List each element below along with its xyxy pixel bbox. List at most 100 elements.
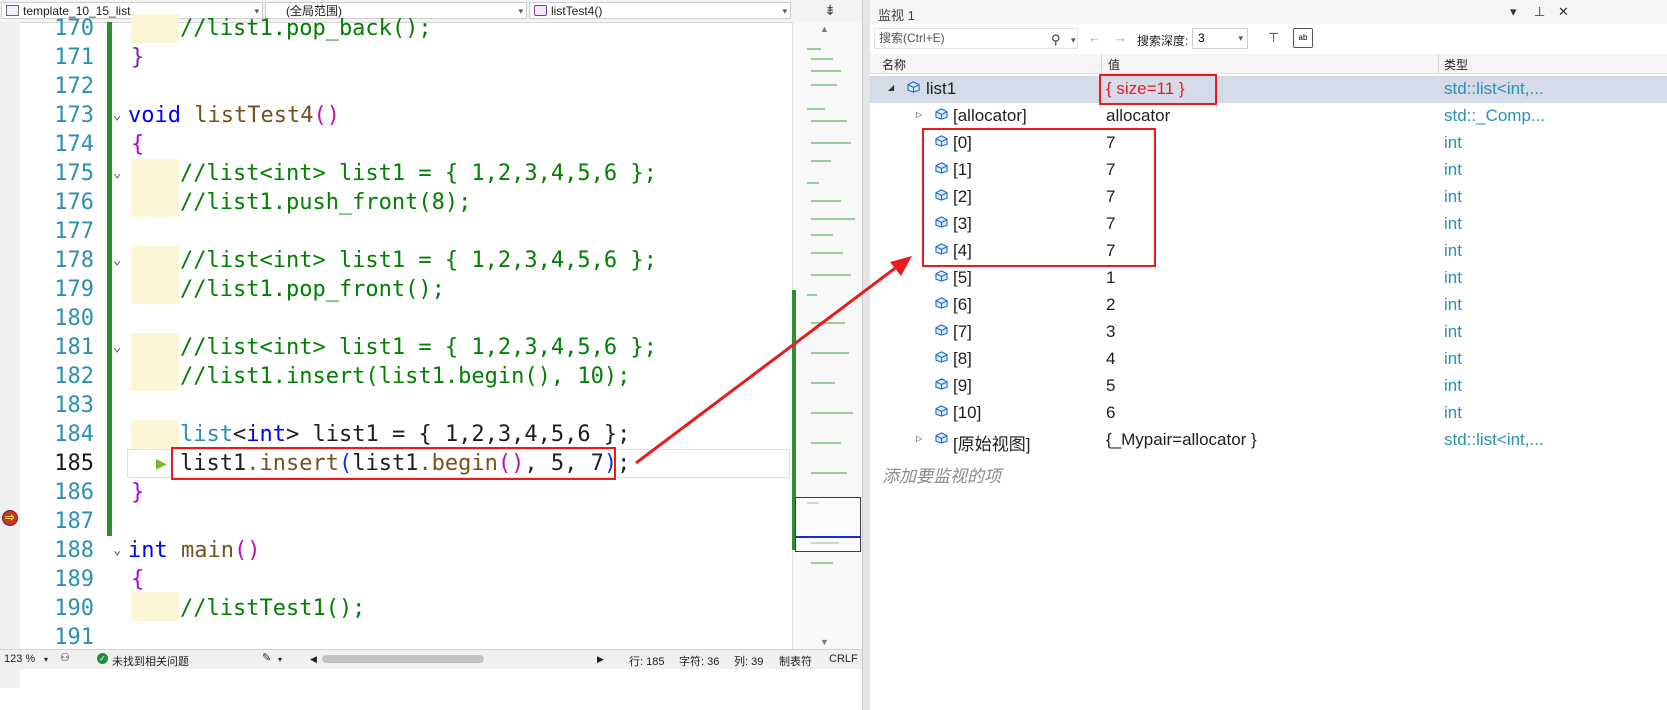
code-line[interactable]: //list1.pop_front(); bbox=[180, 275, 445, 304]
collapse-chevron-icon[interactable]: ⌄ bbox=[113, 101, 121, 130]
collapse-chevron-icon[interactable]: ⌄ bbox=[113, 333, 121, 362]
watch-row-value[interactable]: 4 bbox=[1106, 349, 1436, 369]
code-line[interactable]: //list<int> list1 = { 1,2,3,4,5,6 }; bbox=[180, 333, 657, 362]
scroll-right-icon[interactable]: ▶ bbox=[597, 654, 604, 665]
watch-row-type: int bbox=[1444, 241, 1462, 260]
search-next-icon[interactable]: → bbox=[1114, 30, 1127, 45]
watch-row[interactable]: [8] 4 int bbox=[870, 346, 1667, 373]
line-number: 177 bbox=[54, 219, 94, 244]
watch-row-type: int bbox=[1444, 133, 1462, 152]
minimap-line bbox=[807, 294, 817, 296]
copilot-icon[interactable]: ⚇ bbox=[60, 651, 70, 664]
line-number: 178 bbox=[54, 248, 94, 273]
editor-status-bar: 123 % ▾ ⚇ ✓ 未找到相关问题 ✎ ▾ ◀ ▶ 行: 185 字符: 3… bbox=[0, 649, 862, 669]
hex-display-button[interactable]: ab bbox=[1293, 28, 1313, 48]
add-watch-item[interactable]: 添加要监视的项 bbox=[882, 462, 1001, 487]
issues-status[interactable]: 未找到相关问题 bbox=[112, 653, 189, 669]
expand-triangle-icon[interactable]: ▷ bbox=[916, 110, 922, 119]
column-header-type[interactable]: 类型 bbox=[1444, 56, 1468, 73]
code-line[interactable]: list<int> list1 = { 1,2,3,4,5,6 }; bbox=[180, 420, 630, 449]
indent-guide bbox=[131, 333, 179, 362]
tabs-indicator[interactable]: 制表符 bbox=[779, 653, 812, 669]
chevron-down-icon[interactable]: ▾ bbox=[44, 655, 48, 664]
minimap-line bbox=[811, 322, 845, 324]
watch-row[interactable]: [5] 1 int bbox=[870, 265, 1667, 292]
eol-indicator[interactable]: CRLF bbox=[829, 653, 858, 665]
code-line[interactable]: void listTest4() bbox=[128, 101, 340, 130]
close-icon[interactable]: ✕ bbox=[1558, 4, 1569, 20]
column-divider[interactable] bbox=[1438, 54, 1439, 73]
watch-row-value[interactable]: 2 bbox=[1106, 295, 1436, 315]
search-icon[interactable]: ⚲ bbox=[1051, 30, 1061, 49]
watch-row[interactable]: ◢ list1 { size=11 } std::list<int,... bbox=[870, 76, 1667, 103]
code-line[interactable]: { bbox=[131, 130, 144, 159]
search-depth-label: 搜索深度: bbox=[1137, 34, 1189, 48]
code-line[interactable]: } bbox=[131, 478, 144, 507]
col-indicator[interactable]: 列: 39 bbox=[734, 653, 763, 669]
code-line[interactable]: //list1.push_front(8); bbox=[180, 188, 471, 217]
line-number: 179 bbox=[54, 277, 94, 302]
code-line[interactable]: //list<int> list1 = { 1,2,3,4,5,6 }; bbox=[180, 246, 657, 275]
zoom-level[interactable]: 123 % bbox=[4, 653, 35, 665]
scroll-left-icon[interactable]: ◀ bbox=[310, 654, 317, 665]
watch-search-input[interactable]: 搜索(Ctrl+E) ⚲ ▾ bbox=[874, 28, 1078, 49]
glyph-margin[interactable] bbox=[0, 22, 20, 688]
watch-row-type: std::list<int,... bbox=[1444, 79, 1544, 98]
horizontal-scrollbar-thumb[interactable] bbox=[322, 655, 484, 663]
token-paren: ) bbox=[247, 538, 261, 563]
collapse-triangle-icon[interactable]: ◢ bbox=[888, 83, 894, 92]
watch-row[interactable]: [10] 6 int bbox=[870, 400, 1667, 427]
column-header-name[interactable]: 名称 bbox=[882, 56, 906, 73]
scroll-down-icon[interactable]: ▼ bbox=[820, 637, 829, 647]
watch-row[interactable]: ▷ [allocator] allocator std::_Comp... bbox=[870, 103, 1667, 130]
watch-row-value[interactable]: {_Mypair=allocator } bbox=[1106, 430, 1436, 450]
object-icon bbox=[907, 81, 920, 93]
column-divider[interactable] bbox=[1101, 54, 1102, 73]
watch-row[interactable]: [6] 2 int bbox=[870, 292, 1667, 319]
minimap-line bbox=[811, 70, 841, 72]
brush-icon[interactable]: ✎ bbox=[262, 651, 271, 664]
object-icon bbox=[935, 378, 948, 390]
token-keyword: int bbox=[128, 538, 168, 563]
watch-row-value[interactable]: 1 bbox=[1106, 268, 1436, 288]
minimap[interactable] bbox=[792, 22, 862, 664]
window-menu-chevron-icon[interactable]: ▾ bbox=[1510, 4, 1517, 20]
scroll-up-icon[interactable]: ▲ bbox=[820, 24, 829, 34]
minimap-line bbox=[807, 182, 819, 184]
code-line[interactable]: //list1.insert(list1.begin(), 10); bbox=[180, 362, 630, 391]
code-editor[interactable]: template_10_15_list ▾ (全局范围) ▾ listTest4… bbox=[0, 0, 862, 710]
code-line[interactable]: //listTest1(); bbox=[180, 594, 365, 623]
watch-row[interactable]: [7] 3 int bbox=[870, 319, 1667, 346]
search-depth-dropdown[interactable]: 3 ▾ bbox=[1192, 28, 1248, 49]
search-previous-icon[interactable]: ← bbox=[1088, 30, 1101, 45]
watch-row[interactable]: ▷ [原始视图] {_Mypair=allocator } std::list<… bbox=[870, 427, 1667, 454]
code-line[interactable]: { bbox=[131, 565, 144, 594]
watch-row-value[interactable]: 6 bbox=[1106, 403, 1436, 423]
minimap-viewport[interactable] bbox=[795, 497, 861, 552]
watch-row-value[interactable]: allocator bbox=[1106, 106, 1436, 126]
collapse-chevron-icon[interactable]: ⌄ bbox=[113, 536, 121, 565]
watch-row-value[interactable]: 3 bbox=[1106, 322, 1436, 342]
line-number: 173 bbox=[54, 103, 94, 128]
code-line[interactable]: int main() bbox=[128, 536, 260, 565]
line-number: 183 bbox=[54, 393, 94, 418]
expand-triangle-icon[interactable]: ▷ bbox=[916, 434, 922, 443]
chevron-down-icon[interactable]: ▾ bbox=[278, 655, 282, 664]
chevron-down-icon[interactable]: ▾ bbox=[1071, 31, 1076, 50]
code-line[interactable]: //list1.pop_back(); bbox=[180, 14, 432, 43]
pin-icon[interactable]: ⊥ bbox=[1534, 4, 1545, 20]
line-indicator[interactable]: 行: 185 bbox=[629, 653, 664, 669]
minimap-line bbox=[811, 412, 853, 414]
char-indicator[interactable]: 字符: 36 bbox=[679, 653, 719, 669]
code-line[interactable]: } bbox=[131, 43, 144, 72]
pin-source-icon[interactable]: ⊤ bbox=[1268, 30, 1279, 46]
column-header-value[interactable]: 值 bbox=[1108, 56, 1120, 73]
minimap-line bbox=[811, 442, 841, 444]
watch-row-value[interactable]: 5 bbox=[1106, 376, 1436, 396]
collapse-chevron-icon[interactable]: ⌄ bbox=[113, 246, 121, 275]
function-dropdown[interactable]: listTest4() ▾ bbox=[529, 2, 791, 19]
watch-row[interactable]: [9] 5 int bbox=[870, 373, 1667, 400]
split-editor-icon[interactable]: ⇟ bbox=[824, 2, 836, 19]
collapse-chevron-icon[interactable]: ⌄ bbox=[113, 159, 121, 188]
code-line[interactable]: //list<int> list1 = { 1,2,3,4,5,6 }; bbox=[180, 159, 657, 188]
